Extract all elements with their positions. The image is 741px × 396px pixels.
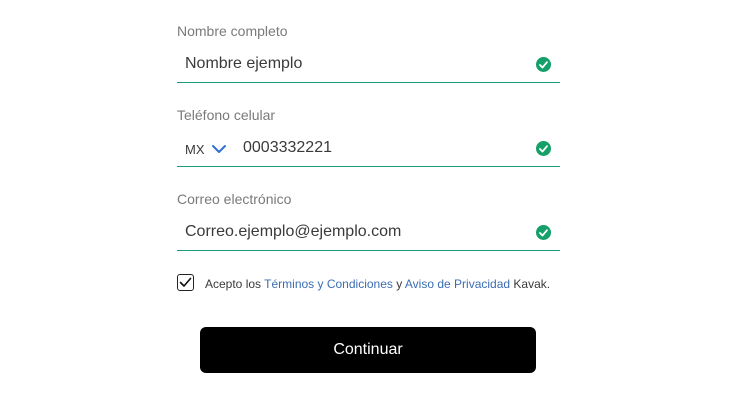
phone-input[interactable]: 0003332221 [243, 139, 332, 157]
check-circle-icon [536, 225, 551, 240]
terms-link[interactable]: Términos y Condiciones [264, 277, 393, 291]
continue-button[interactable]: Continuar [200, 327, 536, 373]
name-label: Nombre completo [177, 23, 288, 39]
terms-suffix: Kavak. [510, 277, 551, 291]
terms-prefix: Acepto los [205, 277, 265, 291]
email-label: Correo electrónico [177, 191, 292, 207]
terms-connector: y [392, 277, 405, 291]
name-input-value[interactable]: Nombre ejemplo [185, 55, 302, 73]
chevron-down-icon[interactable] [211, 142, 227, 154]
phone-input-row: MX 0003332221 [177, 131, 560, 167]
terms-text: Acepto los Términos y Condiciones y Avis… [205, 277, 550, 291]
phone-label: Teléfono celular [177, 107, 276, 123]
name-input[interactable]: Nombre ejemplo [177, 47, 560, 83]
email-input-value[interactable]: Correo.ejemplo@ejemplo.com [185, 223, 401, 241]
checkmark-icon [179, 277, 192, 287]
privacy-link[interactable]: Aviso de Privacidad [405, 277, 510, 291]
email-input[interactable]: Correo.ejemplo@ejemplo.com [177, 215, 560, 251]
terms-row: Acepto los Términos y Condiciones y Avis… [177, 274, 577, 296]
check-circle-icon [536, 141, 551, 156]
check-circle-icon [536, 57, 551, 72]
country-code-select[interactable]: MX [185, 142, 205, 157]
terms-checkbox[interactable] [177, 274, 194, 291]
